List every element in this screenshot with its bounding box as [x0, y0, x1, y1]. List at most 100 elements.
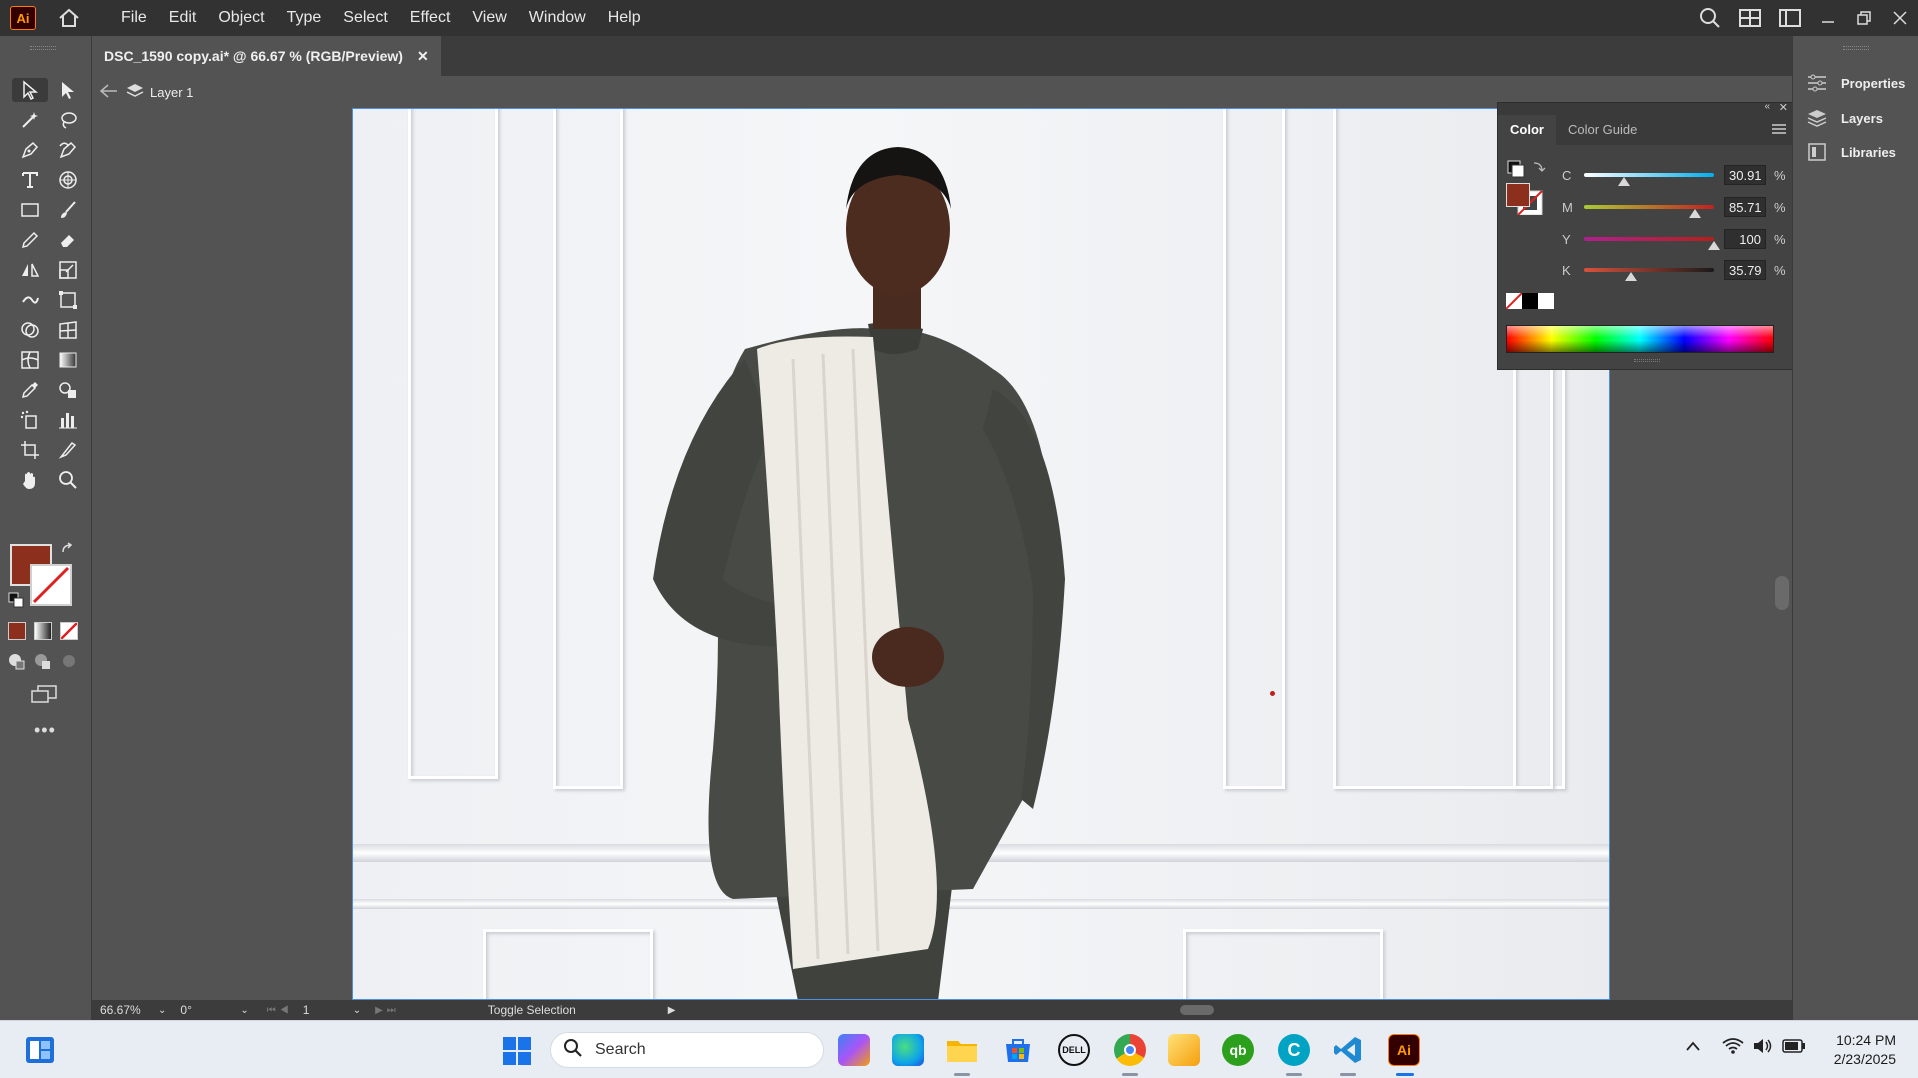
arrange-documents-icon[interactable] [1730, 9, 1770, 27]
workspace-switcher-icon[interactable] [1770, 9, 1810, 27]
tab-color-guide[interactable]: Color Guide [1556, 115, 1649, 145]
panel-grip[interactable] [30, 46, 56, 50]
restore-icon[interactable] [1846, 11, 1882, 25]
battery-icon[interactable] [1782, 1039, 1806, 1058]
menu-window[interactable]: Window [518, 0, 597, 36]
menu-file[interactable]: File [110, 0, 158, 36]
panel-resize-grip[interactable] [1634, 359, 1660, 362]
magic-wand-tool-icon[interactable] [12, 108, 48, 132]
chrome-browser-icon[interactable] [1114, 1034, 1146, 1066]
dell-app-icon[interactable]: DELL [1058, 1034, 1090, 1066]
none-mode-icon[interactable] [60, 622, 78, 640]
artboard-number[interactable]: 1 [303, 1003, 353, 1017]
cursor-app-icon[interactable]: C [1278, 1034, 1310, 1066]
panel-header[interactable]: « ✕ [1498, 101, 1794, 115]
black-slider-thumb[interactable] [1624, 272, 1637, 281]
minimize-icon[interactable] [1810, 11, 1846, 25]
zoom-tool-icon[interactable] [50, 468, 86, 492]
yellow-slider-thumb[interactable] [1708, 241, 1720, 250]
column-graph-tool-icon[interactable] [50, 408, 86, 432]
selection-tool-icon[interactable] [12, 78, 48, 102]
start-button-icon[interactable] [502, 1036, 532, 1071]
microsoft-store-icon[interactable] [1002, 1034, 1034, 1066]
h-scrollbar-thumb[interactable] [1179, 1005, 1214, 1015]
rotation-dropdown-icon[interactable]: ⌄ [240, 1005, 248, 1016]
volume-icon[interactable] [1752, 1037, 1774, 1060]
vscode-icon[interactable] [1332, 1034, 1364, 1066]
artboard-dropdown-icon[interactable]: ⌄ [353, 1005, 361, 1016]
more-tools-icon[interactable]: ••• [34, 720, 56, 741]
paintbrush-tool-icon[interactable] [50, 198, 86, 222]
rotation-value[interactable]: 0° [180, 1003, 240, 1017]
panel-fill-swatch[interactable] [1506, 183, 1530, 207]
draw-normal-icon[interactable] [8, 652, 26, 675]
horizontal-scrollbar[interactable] [690, 1003, 1720, 1017]
menu-object[interactable]: Object [207, 0, 275, 36]
lasso-tool-icon[interactable] [50, 108, 86, 132]
mesh-tool-icon[interactable] [12, 348, 48, 372]
rectangle-tool-icon[interactable] [12, 198, 48, 222]
first-artboard-icon[interactable]: ⏮◀ [267, 1005, 293, 1016]
hand-tool-icon[interactable] [12, 468, 48, 492]
taskbar-search[interactable]: Search [550, 1032, 824, 1068]
screen-mode-icon[interactable] [30, 684, 58, 709]
direct-selection-tool-icon[interactable] [50, 78, 86, 102]
illustrator-taskbar-icon[interactable]: Ai [1388, 1034, 1420, 1066]
warp-tool-icon[interactable] [12, 288, 48, 312]
close-panel-icon[interactable]: ✕ [1779, 101, 1788, 114]
color-spectrum[interactable] [1506, 325, 1774, 353]
menu-help[interactable]: Help [597, 0, 652, 36]
color-mode-icon[interactable] [8, 622, 26, 640]
dock-properties[interactable]: Properties [1793, 66, 1918, 100]
wifi-icon[interactable] [1722, 1037, 1744, 1060]
pencil-tool-icon[interactable] [12, 228, 48, 252]
white-swatch[interactable] [1538, 293, 1554, 309]
pen-tool-icon[interactable] [12, 138, 48, 162]
panel-menu-icon[interactable] [1772, 115, 1786, 145]
polar-grid-tool-icon[interactable] [50, 168, 86, 192]
close-document-icon[interactable]: ✕ [417, 48, 429, 65]
anchor-point[interactable] [1270, 691, 1275, 696]
photos-app-icon[interactable] [1168, 1034, 1200, 1066]
stroke-color-swatch[interactable] [30, 564, 72, 606]
yellow-value-field[interactable]: 100 [1724, 229, 1766, 249]
artboard-tool-icon[interactable] [12, 438, 48, 462]
scale-tool-icon[interactable] [50, 258, 86, 282]
blend-tool-icon[interactable] [50, 378, 86, 402]
gradient-mode-icon[interactable] [34, 622, 52, 640]
status-menu-arrow-icon[interactable]: ▶ [668, 1005, 676, 1016]
type-tool-icon[interactable] [12, 168, 48, 192]
perspective-grid-tool-icon[interactable] [50, 318, 86, 342]
black-value-field[interactable]: 35.79 [1724, 260, 1766, 280]
quickbooks-icon[interactable]: qb [1222, 1034, 1254, 1066]
magenta-slider[interactable] [1584, 205, 1714, 218]
eyedropper-tool-icon[interactable] [12, 378, 48, 402]
close-window-icon[interactable] [1882, 11, 1918, 25]
draw-inside-icon[interactable] [60, 652, 78, 675]
draw-behind-icon[interactable] [34, 652, 52, 675]
menu-select[interactable]: Select [332, 0, 398, 36]
cyan-slider[interactable] [1584, 173, 1714, 186]
black-swatch[interactable] [1522, 293, 1538, 309]
copilot-icon[interactable] [838, 1034, 870, 1066]
cyan-slider-thumb[interactable] [1618, 177, 1631, 186]
search-icon[interactable] [1690, 7, 1730, 29]
collapse-panel-icon[interactable]: « [1764, 101, 1770, 112]
symbol-sprayer-tool-icon[interactable] [12, 408, 48, 432]
eraser-tool-icon[interactable] [50, 228, 86, 252]
cyan-value-field[interactable]: 30.91 [1724, 165, 1766, 185]
widgets-icon[interactable] [25, 1036, 55, 1069]
tab-color[interactable]: Color [1498, 115, 1556, 145]
menu-view[interactable]: View [461, 0, 517, 36]
menu-type[interactable]: Type [276, 0, 333, 36]
menu-effect[interactable]: Effect [399, 0, 462, 36]
dock-libraries[interactable]: Libraries [1793, 135, 1918, 169]
zoom-dropdown-icon[interactable]: ⌄ [158, 1005, 166, 1016]
magenta-value-field[interactable]: 85.71 [1724, 197, 1766, 217]
last-artboard-icon[interactable]: ▶⏭ [375, 1005, 400, 1016]
black-slider[interactable] [1584, 268, 1714, 281]
back-arrow-icon[interactable] [99, 83, 118, 101]
scrollbar-thumb[interactable] [1775, 576, 1789, 610]
shape-builder-tool-icon[interactable] [12, 318, 48, 342]
home-icon[interactable] [56, 6, 82, 30]
